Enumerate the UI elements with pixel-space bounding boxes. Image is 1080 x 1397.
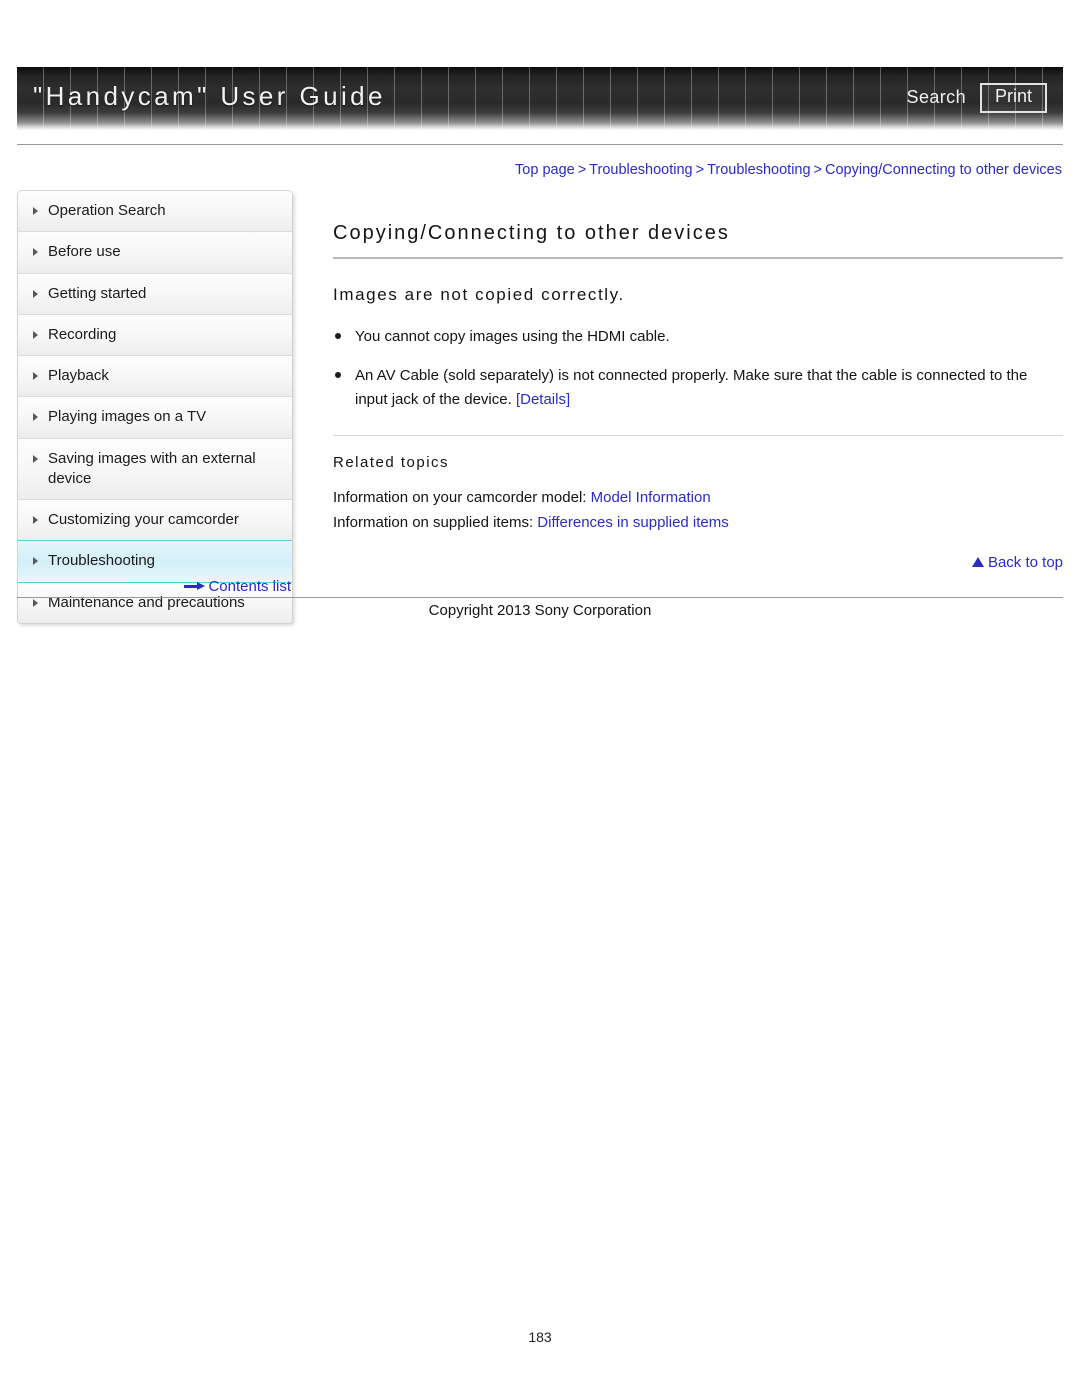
arrow-right-icon	[184, 582, 206, 590]
search-link[interactable]: Search	[907, 87, 966, 108]
header-divider	[17, 144, 1063, 145]
triangle-right-icon	[33, 557, 38, 566]
back-to-top-link[interactable]: Back to top	[971, 553, 1063, 571]
list-item: An AV Cable (sold separately) is not con…	[333, 364, 1063, 411]
back-to-top-container: Back to top	[333, 554, 1063, 571]
sidebar-item-label: Getting started	[48, 284, 147, 302]
title-divider	[333, 257, 1063, 259]
back-to-top-label: Back to top	[987, 553, 1063, 571]
related-topics-divider	[333, 434, 1063, 436]
list-item-text: You cannot copy images using the HDMI ca…	[355, 328, 670, 345]
list-item-text: An AV Cable (sold separately) is not con…	[355, 367, 1028, 408]
breadcrumb-item-2[interactable]: Troubleshooting	[707, 162, 810, 178]
sidebar-item-getting-started[interactable]: Getting started	[18, 273, 292, 315]
breadcrumb-item-0[interactable]: Top page	[515, 162, 575, 178]
sidebar-item-recording[interactable]: Recording	[18, 314, 292, 356]
triangle-right-icon	[33, 372, 38, 380]
breadcrumb: Top page > Troubleshooting > Troubleshooting…	[515, 162, 1062, 178]
list-item: You cannot copy images using the HDMI ca…	[333, 325, 1063, 348]
triangle-right-icon	[33, 516, 38, 524]
related-topics-heading: Related topics	[333, 453, 450, 471]
site-header: "Handycam" User Guide Search Print	[17, 67, 1063, 130]
sidebar-item-playback[interactable]: Playback	[18, 356, 292, 398]
related-topic-row: Information on your camcorder model: Mod…	[333, 485, 1063, 511]
triangle-right-icon	[33, 330, 38, 339]
breadcrumb-separator: >	[813, 162, 823, 178]
breadcrumb-item-3[interactable]: Copying/Connecting to other devices	[825, 162, 1062, 178]
triangle-right-icon	[33, 454, 38, 463]
sidebar-item-playing-images-on-a-tv[interactable]: Playing images on a TV	[18, 397, 292, 439]
triangle-right-icon	[33, 289, 38, 298]
sidebar-navigation: Operation Search Before use Getting star…	[17, 190, 293, 624]
footer-divider	[17, 597, 1063, 598]
main-content: Copying/Connecting to other devices Imag…	[333, 222, 1063, 571]
page-number: 183	[528, 1329, 552, 1345]
bullet-dot-icon	[335, 372, 341, 379]
sidebar-item-customizing-your-camcorder[interactable]: Customizing your camcorder	[18, 500, 292, 542]
triangle-right-icon	[33, 413, 38, 422]
sidebar-item-saving-images-external-device[interactable]: Saving images with an external device	[18, 438, 292, 500]
model-information-link[interactable]: Model Information	[591, 489, 711, 506]
details-link[interactable]: [Details]	[516, 391, 570, 408]
breadcrumb-separator: >	[577, 162, 587, 178]
contents-list-label: Contents list	[208, 578, 291, 595]
page-title: Copying/Connecting to other devices	[333, 222, 730, 244]
sidebar-item-label: Playback	[48, 367, 109, 384]
copyright-text: Copyright 2013 Sony Corporation	[428, 602, 652, 619]
sidebar-item-operation-search[interactable]: Operation Search	[18, 191, 292, 233]
breadcrumb-separator: >	[695, 162, 705, 178]
sidebar-item-label: Troubleshooting	[48, 552, 156, 570]
contents-list-link[interactable]: Contents list	[184, 578, 291, 595]
sidebar-item-before-use[interactable]: Before use	[18, 232, 292, 274]
triangle-up-icon	[971, 556, 984, 567]
related-topic-label: Information on your camcorder model:	[333, 488, 591, 506]
contents-list-container: Contents list	[17, 578, 291, 595]
sidebar-item-label: Operation Search	[48, 202, 166, 219]
triangle-right-icon	[33, 207, 38, 215]
related-topic-row: Information on supplied items: Differenc…	[333, 510, 1063, 536]
print-button[interactable]: Print	[979, 83, 1047, 113]
symptom-list: You cannot copy images using the HDMI ca…	[333, 325, 1063, 411]
section-heading: Images are not copied correctly.	[333, 285, 625, 304]
sidebar-item-label: Customizing your camcorder	[48, 511, 239, 528]
differences-in-supplied-items-link[interactable]: Differences in supplied items	[537, 514, 728, 531]
related-topic-label: Information on supplied items:	[333, 514, 538, 532]
site-title: "Handycam" User Guide	[33, 81, 386, 111]
sidebar-item-label: Before use	[48, 243, 121, 261]
header-actions: Search Print	[907, 83, 1047, 113]
triangle-right-icon	[33, 248, 38, 257]
sidebar-item-label: Playing images on a TV	[48, 408, 207, 426]
bullet-dot-icon	[335, 333, 341, 339]
sidebar-item-label: Saving images with an external device	[48, 449, 256, 487]
sidebar-item-troubleshooting[interactable]: Troubleshooting	[18, 540, 292, 583]
breadcrumb-item-1[interactable]: Troubleshooting	[589, 162, 692, 178]
sidebar-item-label: Recording	[48, 325, 117, 343]
